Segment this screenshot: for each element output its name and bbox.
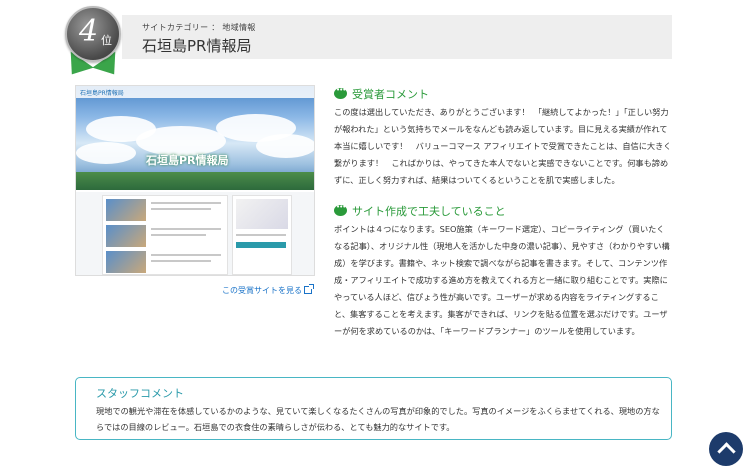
staff-comment-box: スタッフコメント 現地での観光や滞在を体感しているかのような、見ていて楽しくなる…: [75, 377, 672, 440]
thumb-hero-logo: 石垣島PR情報局: [146, 154, 229, 167]
site-effort-heading: サイト作成で工夫していること: [334, 203, 506, 219]
award-comment-text: この度は選出していただき、ありがとうございます！ 「継続してよかった！」「正しい…: [334, 107, 672, 185]
thumb-text-line: [151, 254, 221, 256]
site-effort-text: ポイントは４つになります。SEO施策（キーワード選定）、コピーライティング（買い…: [334, 224, 670, 336]
external-link-icon: [304, 284, 314, 294]
thumb-text-line: [151, 260, 211, 262]
rank-number: 4: [79, 14, 99, 49]
thumb-text-line: [151, 234, 206, 236]
thumb-article-list: [102, 195, 228, 275]
thumb-hero: 石垣島PR情報局: [76, 86, 314, 190]
staff-comment-text: 現地での観光や滞在を体感しているかのような、見ていて楽しくなるたくさんの写真が印…: [96, 406, 660, 432]
header-band: サイトカテゴリー ： 地域情報 石垣島PR情報局: [122, 15, 672, 59]
thumb-text-line: [236, 234, 286, 236]
award-comment-heading: 受賞者コメント: [334, 86, 429, 102]
thumb-body: [76, 192, 314, 275]
thumb-sidebar-bar: [236, 242, 286, 248]
thumb-sidebar: [232, 195, 292, 275]
site-title: 石垣島PR情報局: [142, 37, 252, 55]
chat-bubble-icon: [334, 203, 347, 216]
site-category: サイトカテゴリー ： 地域情報: [142, 23, 256, 32]
site-screenshot[interactable]: 石垣島PR情報局 石垣島PR情報局: [75, 85, 315, 276]
thumb-nav-logo: 石垣島PR情報局: [80, 90, 124, 97]
thumb-article-image: [106, 251, 146, 273]
medal-circle: 4 位: [65, 6, 121, 62]
thumb-text-line: [151, 208, 211, 210]
thumb-article-image: [106, 199, 146, 221]
cloud-shape: [256, 134, 314, 158]
view-award-site-link[interactable]: この受賞サイトを見る: [222, 284, 314, 296]
island-strip: [76, 172, 314, 190]
view-award-site-label: この受賞サイトを見る: [222, 286, 302, 295]
back-to-top-button[interactable]: [709, 432, 743, 466]
thumb-nav: 石垣島PR情報局: [76, 86, 314, 98]
award-comment-heading-label: 受賞者コメント: [352, 88, 429, 101]
cloud-shape: [76, 142, 136, 164]
thumb-article-image: [106, 225, 146, 247]
thumb-text-line: [151, 202, 221, 204]
staff-comment-heading: スタッフコメント: [96, 387, 184, 400]
rank-unit: 位: [101, 34, 112, 47]
thumb-text-line: [151, 228, 221, 230]
chat-bubble-icon: [334, 86, 347, 99]
site-effort-heading-label: サイト作成で工夫していること: [352, 205, 506, 218]
rank-medal: 4 位: [58, 6, 128, 83]
thumb-sidebar-image: [236, 199, 288, 229]
